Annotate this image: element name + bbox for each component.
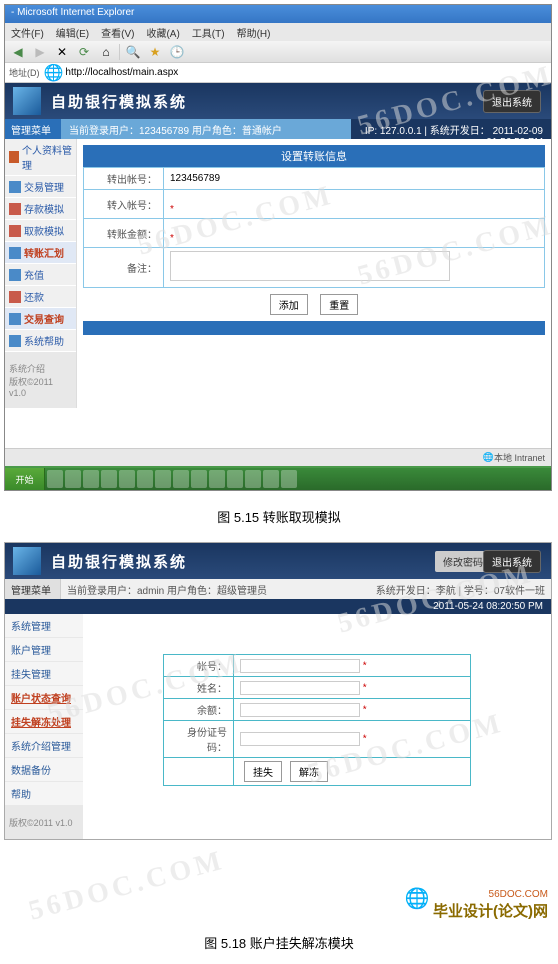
meta-info: 系统开发日：李航 | 学号：07软件一班	[370, 579, 551, 599]
ie-statusbar: 🌐 本地 Intranet	[5, 448, 551, 466]
to-account-input[interactable]	[170, 193, 538, 204]
search-icon[interactable]: 🔍	[124, 43, 142, 61]
sidebar-item-freeze[interactable]: 挂失解冻处理	[5, 710, 83, 734]
zone-icon: 🌐	[483, 452, 494, 463]
app-logo-icon	[13, 87, 41, 115]
sidebar-item[interactable]: 充值	[5, 264, 76, 286]
from-account: 123456789	[170, 173, 220, 184]
ie-toolbar: ◀ ▶ ✕ ⟳ ⌂ 🔍 ★ 🕒	[5, 41, 551, 63]
screenshot-1: 56DOC.COM 56DOC.COM 56DOC.COM - Microsof…	[4, 4, 552, 491]
form-title: 设置转账信息	[83, 145, 545, 167]
freeze-button[interactable]: 挂失	[244, 761, 282, 782]
star-icon[interactable]: ★	[146, 43, 164, 61]
ie-titlebar: - Microsoft Internet Explorer	[5, 5, 551, 23]
app-banner: 自助银行模拟系统 修改密码 退出系统	[5, 543, 551, 579]
sidebar-item[interactable]: 帮助	[5, 782, 83, 806]
sidebar-item[interactable]: 系统帮助	[5, 330, 76, 352]
money-icon	[9, 225, 21, 237]
home-icon[interactable]: ⌂	[97, 43, 115, 61]
help-icon	[9, 335, 21, 347]
reset-button[interactable]: 重置	[320, 294, 358, 315]
history-icon[interactable]: 🕒	[168, 43, 186, 61]
acct-input[interactable]	[240, 659, 360, 673]
timestamp-bar: 2011-05-24 08:20:50 PM	[5, 599, 551, 614]
footer-logo: 🌐 56DOC.COM 毕业设计(论文)网	[0, 876, 558, 921]
sidebar-item[interactable]: 系统管理	[5, 614, 83, 638]
freeze-form: 帐号： * 姓名： * 余额： * 身份证号码： * 挂失解冻	[163, 654, 471, 786]
globe-icon: 🌐	[44, 63, 64, 83]
main-panel: 设置转账信息 转出帐号：123456789 转入帐号：* 转账金额：* 备注： …	[77, 139, 551, 408]
sidebar-item-query[interactable]: 交易查询	[5, 308, 76, 330]
search-icon	[9, 313, 21, 325]
url-input[interactable]	[63, 65, 547, 80]
sidebar-foot: 系统介绍版权©2011 v1.0	[5, 352, 76, 408]
user-info: 当前登录用户：admin 用户角色：超级管理员	[61, 579, 370, 599]
ie-menubar[interactable]: 文件(F) 编辑(E) 查看(V) 收藏(A) 工具(T) 帮助(H)	[5, 23, 551, 41]
logout-button[interactable]: 退出系统	[483, 550, 541, 573]
logout-button[interactable]: 退出系统	[483, 90, 541, 113]
start-button[interactable]: 开始	[5, 468, 45, 490]
app-title: 自助银行模拟系统	[51, 91, 187, 112]
sidebar-item[interactable]: 系统介绍管理	[5, 734, 83, 758]
app-title: 自助银行模拟系统	[51, 551, 187, 572]
app-banner: 自助银行模拟系统 退出系统	[5, 83, 551, 119]
stop-icon[interactable]: ✕	[53, 43, 71, 61]
menu-header: 管理菜单	[5, 579, 61, 599]
sidebar-item[interactable]: 还款	[5, 286, 76, 308]
forward-icon[interactable]: ▶	[31, 43, 49, 61]
back-icon[interactable]: ◀	[9, 43, 27, 61]
sidebar-item[interactable]: 挂失管理	[5, 662, 83, 686]
footer-bar	[83, 321, 545, 335]
sidebar-item-transfer[interactable]: 转账汇划	[5, 242, 76, 264]
taskbar: 开始	[5, 466, 551, 490]
screenshot-2: 56DOC.COM 56DOC.COM 56DOC.COM 自助银行模拟系统 修…	[4, 542, 552, 840]
transfer-icon	[9, 247, 21, 259]
pay-icon	[9, 291, 21, 303]
name-input[interactable]	[240, 681, 360, 695]
gear-icon	[9, 181, 21, 193]
tb-item[interactable]	[47, 470, 63, 488]
sidebar-foot: 版权©2011 v1.0	[5, 806, 83, 839]
meta-info: IP: 127.0.0.1 | 系统开发日： 2011-02-09 01:56:…	[351, 119, 551, 139]
sidebar-item[interactable]: 存款模拟	[5, 198, 76, 220]
sidebar-item[interactable]: 数据备份	[5, 758, 83, 782]
caption-1: 图 5.15 转账取现模拟	[0, 495, 558, 538]
user-info: 当前登录用户：123456789 用户角色：普通帐户	[61, 119, 351, 139]
plus-icon	[9, 269, 21, 281]
balance-input[interactable]	[240, 703, 360, 717]
sidebar-item[interactable]: 取款模拟	[5, 220, 76, 242]
idcard-input[interactable]	[240, 732, 360, 746]
caption-2: 图 5.18 账户挂失解冻模块	[0, 921, 558, 964]
note-input[interactable]	[170, 251, 450, 281]
sidebar-item[interactable]: 交易管理	[5, 176, 76, 198]
menu-header: 管理菜单	[5, 119, 61, 139]
main-panel: 帐号： * 姓名： * 余额： * 身份证号码： * 挂失解冻	[83, 614, 551, 839]
app-logo-icon	[13, 547, 41, 575]
money-icon	[9, 203, 21, 215]
doc-icon	[9, 151, 19, 163]
ie-addressbar: 地址(D) 🌐	[5, 63, 551, 83]
sidebar-item[interactable]: 账户管理	[5, 638, 83, 662]
sidebar: 系统管理 账户管理 挂失管理 账户状态查询 挂失解冻处理 系统介绍管理 数据备份…	[5, 614, 83, 839]
sidebar-item[interactable]: 个人资料管理	[5, 139, 76, 176]
refresh-icon[interactable]: ⟳	[75, 43, 93, 61]
unfreeze-button[interactable]: 解冻	[290, 761, 328, 782]
transfer-form: 转出帐号：123456789 转入帐号：* 转账金额：* 备注：	[83, 167, 545, 288]
sidebar-item-status[interactable]: 账户状态查询	[5, 686, 83, 710]
sidebar: 个人资料管理 交易管理 存款模拟 取款模拟 转账汇划 充值 还款 交易查询 系统…	[5, 139, 77, 408]
submit-button[interactable]: 添加	[270, 294, 308, 315]
globe-logo-icon: 🌐	[405, 888, 430, 910]
amount-input[interactable]	[170, 222, 538, 233]
